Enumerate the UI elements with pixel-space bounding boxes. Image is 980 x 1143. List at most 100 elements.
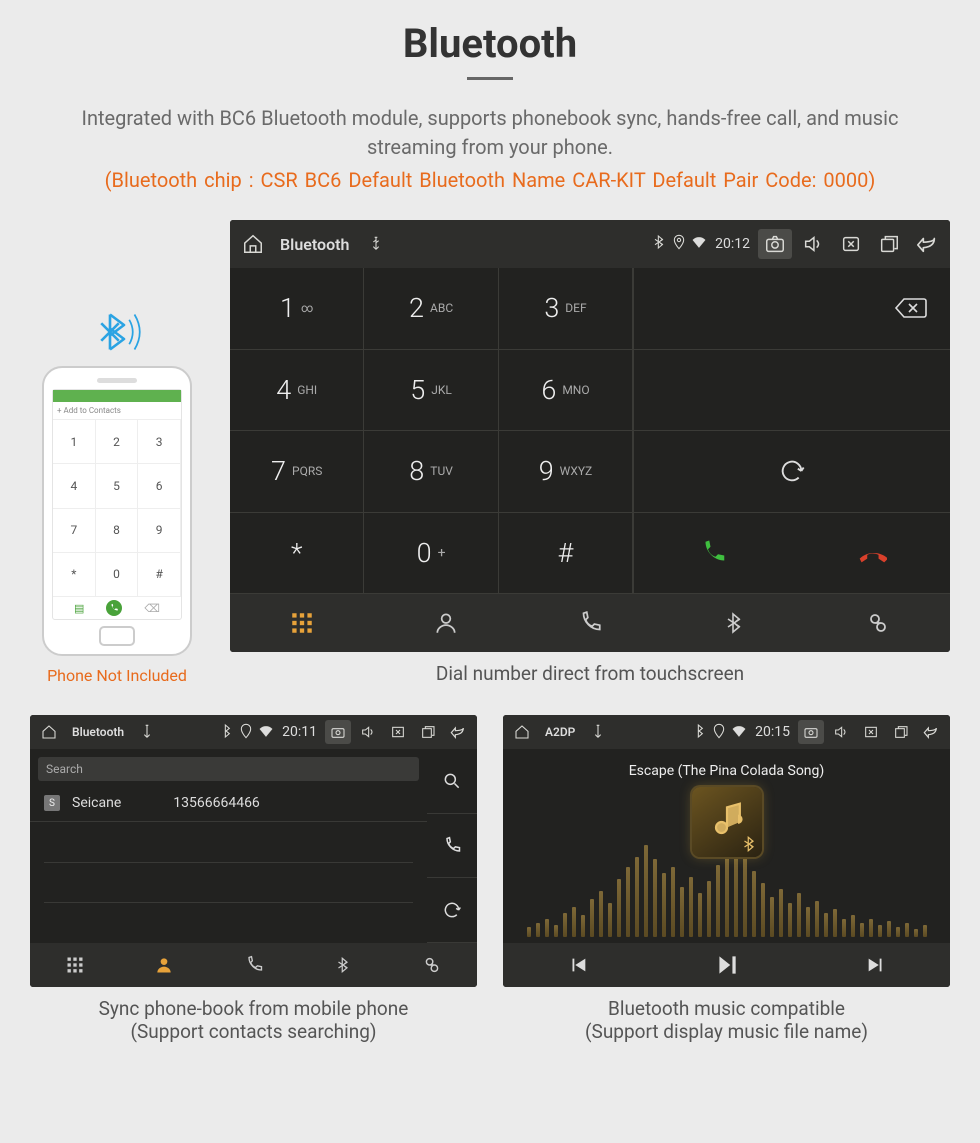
- gps-status-icon: [711, 723, 727, 742]
- dial-key-8[interactable]: 8TUV: [364, 431, 498, 513]
- phone-device: + Add to Contacts 123 456 789 *0# ▤ ⌫: [42, 366, 192, 656]
- volume-icon[interactable]: [828, 720, 854, 744]
- dial-key-6[interactable]: 6MNO: [499, 350, 633, 432]
- recent-apps-icon[interactable]: [888, 720, 914, 744]
- dial-grid: 1∞2ABC3DEF 4GHI5JKL6MNO 7PQRS8TUV9WXYZ *0+#: [230, 268, 633, 594]
- tab-bluetooth[interactable]: [298, 943, 387, 987]
- call-button[interactable]: [634, 513, 792, 594]
- phonebook-bottom-bar: [30, 943, 477, 987]
- close-app-icon[interactable]: [858, 720, 884, 744]
- screenshot-icon[interactable]: [325, 720, 351, 744]
- wifi-status-icon: [731, 723, 747, 742]
- dial-key-0[interactable]: 0+: [364, 513, 498, 595]
- dial-key-5[interactable]: 5JKL: [364, 350, 498, 432]
- back-icon[interactable]: [910, 229, 944, 259]
- bt-status-icon: [651, 234, 667, 254]
- wifi-status-icon: [691, 234, 707, 254]
- dial-key-9[interactable]: 9WXYZ: [499, 431, 633, 513]
- dialer-topbar: Bluetooth 20:12: [230, 220, 950, 268]
- phonebook-title: Bluetooth: [72, 725, 124, 739]
- music-topbar: A2DP 20:15: [503, 715, 950, 749]
- top-row: + Add to Contacts 123 456 789 *0# ▤ ⌫ Ph…: [30, 220, 950, 685]
- search-button[interactable]: [427, 749, 477, 814]
- dialer-screen: Bluetooth 20:12: [230, 220, 950, 652]
- phonebook-screen: Bluetooth 20:11 Search S Seicane: [30, 715, 477, 987]
- phonebook-caption: Sync phone-book from mobile phone (Suppo…: [30, 997, 477, 1043]
- search-input[interactable]: Search: [38, 757, 419, 781]
- contact-number: 13566664466: [173, 795, 260, 811]
- music-title: A2DP: [545, 725, 575, 739]
- music-caption: Bluetooth music compatible (Support disp…: [503, 997, 950, 1043]
- usb-icon: [134, 720, 160, 744]
- recent-apps-icon[interactable]: [872, 229, 906, 259]
- music-column: A2DP 20:15 Escape (The Pina Colada Song): [503, 715, 950, 1043]
- bt-status-icon: [691, 723, 707, 742]
- home-icon[interactable]: [36, 720, 62, 744]
- bt-status-icon: [218, 723, 234, 742]
- dial-key-1[interactable]: 1∞: [230, 268, 364, 350]
- music-screen: A2DP 20:15 Escape (The Pina Colada Song): [503, 715, 950, 987]
- bottom-row: Bluetooth 20:11 Search S Seicane: [30, 715, 950, 1043]
- screenshot-icon[interactable]: [798, 720, 824, 744]
- dial-key-*[interactable]: *: [230, 513, 364, 595]
- clock: 20:15: [755, 724, 790, 740]
- tab-recent[interactable]: [518, 594, 662, 652]
- bluetooth-icon: [89, 304, 145, 360]
- contact-name: Seicane: [72, 795, 121, 811]
- hangup-button[interactable]: [792, 513, 950, 594]
- album-art: [692, 787, 762, 857]
- phone-mock-column: + Add to Contacts 123 456 789 *0# ▤ ⌫ Ph…: [30, 304, 204, 685]
- back-icon[interactable]: [445, 720, 471, 744]
- call-contact-button[interactable]: [427, 814, 477, 879]
- volume-icon[interactable]: [796, 229, 830, 259]
- next-button[interactable]: [801, 943, 950, 987]
- number-display-row: [634, 268, 950, 350]
- tab-contacts[interactable]: [119, 943, 208, 987]
- tab-pair[interactable]: [388, 943, 477, 987]
- screenshot-icon[interactable]: [758, 229, 792, 259]
- page-description: Integrated with BC6 Bluetooth module, su…: [50, 104, 930, 162]
- phonebook-caption-l2: (Support contacts searching): [30, 1020, 477, 1043]
- page-title: Bluetooth: [30, 20, 950, 67]
- sync-button[interactable]: [634, 431, 950, 512]
- tab-bluetooth[interactable]: [662, 594, 806, 652]
- dial-key-#[interactable]: #: [499, 513, 633, 595]
- dial-key-7[interactable]: 7PQRS: [230, 431, 364, 513]
- dial-key-4[interactable]: 4GHI: [230, 350, 364, 432]
- music-body: Escape (The Pina Colada Song): [503, 749, 950, 943]
- gps-status-icon: [671, 234, 687, 254]
- gps-status-icon: [238, 723, 254, 742]
- wifi-status-icon: [258, 723, 274, 742]
- backspace-button[interactable]: [871, 268, 950, 349]
- phone-keypad: 123 456 789 *0#: [53, 420, 181, 597]
- title-underline: [467, 77, 513, 80]
- bt-spec-line: (Bluetooth chip : CSR BC6 Default Blueto…: [30, 168, 950, 192]
- dialer-title: Bluetooth: [280, 235, 349, 254]
- usb-icon: [359, 229, 393, 259]
- home-icon[interactable]: [509, 720, 535, 744]
- tab-keypad[interactable]: [230, 594, 374, 652]
- refresh-button[interactable]: [427, 878, 477, 943]
- tab-recent[interactable]: [209, 943, 298, 987]
- tab-keypad[interactable]: [30, 943, 119, 987]
- phonebook-side-actions: [427, 749, 477, 943]
- prev-button[interactable]: [503, 943, 652, 987]
- clock: 20:12: [715, 236, 750, 252]
- dialer-bottom-bar: [230, 594, 950, 652]
- back-icon[interactable]: [918, 720, 944, 744]
- recent-apps-icon[interactable]: [415, 720, 441, 744]
- player-bar: [503, 943, 950, 987]
- play-pause-button[interactable]: [652, 943, 801, 987]
- contact-badge: S: [44, 795, 60, 811]
- tab-pair[interactable]: [806, 594, 950, 652]
- phone-caption: Phone Not Included: [47, 666, 187, 685]
- close-app-icon[interactable]: [385, 720, 411, 744]
- dial-key-3[interactable]: 3DEF: [499, 268, 633, 350]
- home-icon[interactable]: [236, 229, 270, 259]
- close-app-icon[interactable]: [834, 229, 868, 259]
- volume-icon[interactable]: [355, 720, 381, 744]
- dial-key-2[interactable]: 2ABC: [364, 268, 498, 350]
- contact-row[interactable]: S Seicane 13566664466: [30, 789, 427, 822]
- tab-contacts[interactable]: [374, 594, 518, 652]
- usb-icon: [585, 720, 611, 744]
